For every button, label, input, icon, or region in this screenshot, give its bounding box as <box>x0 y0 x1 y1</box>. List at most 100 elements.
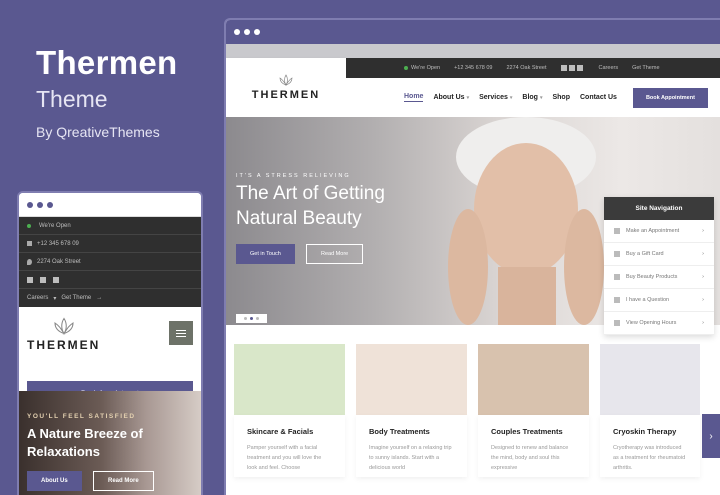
chevron-right-icon: › <box>702 228 704 234</box>
clock-icon <box>614 320 620 326</box>
hamburger-menu-icon[interactable] <box>169 321 193 345</box>
desktop-window-bar <box>226 20 720 44</box>
nav-about[interactable]: About Us ▾ <box>433 94 469 101</box>
careers-link[interactable]: Careers <box>599 65 619 71</box>
desktop-logo[interactable]: THERMEN <box>226 58 346 117</box>
open-status: We're Open <box>404 65 440 71</box>
slider-pagination <box>236 314 267 323</box>
window-dot-icon <box>27 201 33 208</box>
sitenav-item-appointment[interactable]: Make an Appointment › <box>604 220 714 243</box>
nav-services[interactable]: Services ▾ <box>479 94 512 101</box>
mobile-read-more-button[interactable]: Read More <box>93 471 154 491</box>
chevron-right-icon[interactable]: › <box>702 414 720 458</box>
card-body: Cryoskin Therapy Cryotherapy was introdu… <box>600 415 700 477</box>
nav-blog[interactable]: Blog ▾ <box>522 94 542 101</box>
card-title[interactable]: Cryoskin Therapy <box>613 427 687 436</box>
lotus-icon <box>54 317 74 335</box>
facebook-icon[interactable] <box>560 64 567 71</box>
card-image <box>356 344 467 415</box>
mobile-address: 2274 Oak Street <box>19 253 201 271</box>
site-navigation-title: Site Navigation <box>604 197 714 220</box>
card-image <box>600 344 700 415</box>
chevron-right-icon: › <box>702 297 704 303</box>
chevron-down-icon: ▾ <box>539 95 543 101</box>
nav-shop[interactable]: Shop <box>552 94 570 101</box>
mobile-hero-kicker: YOU'LL FEEL SATISFIED <box>27 413 136 420</box>
phone-icon <box>614 297 620 303</box>
card-text: Pamper yourself with a facial treatment … <box>247 445 322 471</box>
sitenav-item-question[interactable]: I have a Question › <box>604 289 714 312</box>
card-body: Skincare & Facials Pamper yourself with … <box>234 415 345 477</box>
location-pin-icon <box>27 258 32 265</box>
linkedin-icon[interactable] <box>576 64 583 71</box>
service-card[interactable]: Skincare & Facials Pamper yourself with … <box>234 344 345 477</box>
card-title[interactable]: Skincare & Facials <box>247 427 332 436</box>
slider-dot[interactable] <box>244 317 247 320</box>
sitenav-item-gift-card[interactable]: Buy a Gift Card › <box>604 243 714 266</box>
card-title[interactable]: Couples Treatments <box>491 427 576 436</box>
card-text: Designed to renew and balance the mind, … <box>491 445 569 471</box>
facebook-icon[interactable] <box>27 276 33 283</box>
phone-icon <box>27 241 32 246</box>
careers-link[interactable]: Careers <box>27 295 48 301</box>
chevron-down-icon: ▾ <box>466 95 470 101</box>
chevron-down-icon: ▾ <box>53 295 57 302</box>
phone-info[interactable]: +12 345 678 09 <box>454 65 492 71</box>
twitter-icon[interactable] <box>568 64 575 71</box>
service-card[interactable]: Cryoskin Therapy Cryotherapy was introdu… <box>600 344 700 477</box>
mobile-hero-title: A Nature Breeze of Relaxations <box>27 426 143 459</box>
get-theme-link[interactable]: Get Theme <box>61 295 91 301</box>
promo-author: By QreativeThemes <box>36 124 160 140</box>
promo-title: Thermen <box>36 44 178 81</box>
get-in-touch-button[interactable]: Get in Touch <box>236 244 295 264</box>
hero-title: The Art of Getting Natural Beauty <box>236 183 385 229</box>
hero-kicker: IT'S A STRESS RELIEVING <box>236 173 351 179</box>
card-text: Cryotherapy was introduced as a treatmen… <box>613 445 686 471</box>
slider-dot-active[interactable] <box>250 317 253 320</box>
sitenav-item-opening-hours[interactable]: View Opening Hours › <box>604 312 714 335</box>
nav-contact[interactable]: Contact Us <box>580 94 617 101</box>
logo-text: THERMEN <box>251 89 321 101</box>
card-image <box>478 344 589 415</box>
mobile-logo[interactable]: THERMEN <box>27 317 100 352</box>
twitter-icon[interactable] <box>40 276 46 283</box>
gift-icon <box>614 251 620 257</box>
get-theme-link[interactable]: Get Theme <box>632 65 659 71</box>
mobile-open-status: We're Open <box>19 217 201 235</box>
social-links <box>560 64 585 71</box>
arrow-right-icon: → <box>96 295 103 301</box>
linkedin-icon[interactable] <box>53 276 59 283</box>
promo-subtitle: Theme <box>36 86 108 112</box>
nav-home[interactable]: Home <box>404 93 424 102</box>
logo-text: THERMEN <box>27 338 101 352</box>
service-card[interactable]: Body Treatments Imagine yourself on a re… <box>356 344 467 477</box>
window-dot-icon <box>234 29 240 35</box>
mobile-window-bar <box>19 193 201 217</box>
sitenav-item-beauty-products[interactable]: Buy Beauty Products › <box>604 266 714 289</box>
read-more-button[interactable]: Read More <box>306 244 364 264</box>
mobile-phone[interactable]: +12 345 678 09 <box>19 235 201 253</box>
mobile-header: THERMEN <box>19 307 201 381</box>
book-appointment-button[interactable]: Book Appointment <box>632 87 708 108</box>
mobile-info-bar: We're Open +12 345 678 09 2274 Oak Stree… <box>19 217 201 307</box>
mobile-social <box>19 271 201 289</box>
about-us-button[interactable]: About Us <box>27 471 82 491</box>
mobile-links: Careers ▾ Get Theme → <box>19 289 201 307</box>
lotus-icon <box>279 74 293 86</box>
address-info: 2274 Oak Street <box>506 65 547 71</box>
hero-woman-image <box>448 117 604 325</box>
desktop-info-bar: We're Open +12 345 678 09 2274 Oak Stree… <box>346 58 720 78</box>
status-dot-icon <box>27 223 31 228</box>
card-title[interactable]: Body Treatments <box>369 427 454 436</box>
service-card[interactable]: Couples Treatments Designed to renew and… <box>478 344 589 477</box>
cart-icon <box>614 274 620 280</box>
card-body: Couples Treatments Designed to renew and… <box>478 415 589 477</box>
calendar-icon <box>614 228 620 234</box>
desktop-top-strip <box>226 44 720 58</box>
chevron-down-icon: ▾ <box>509 95 513 101</box>
chevron-right-icon: › <box>702 251 704 257</box>
window-dot-icon <box>47 201 53 208</box>
slider-dot[interactable] <box>256 317 259 320</box>
mobile-preview-window: We're Open +12 345 678 09 2274 Oak Stree… <box>17 191 203 495</box>
site-navigation-panel: Site Navigation Make an Appointment › Buy… <box>604 197 714 335</box>
